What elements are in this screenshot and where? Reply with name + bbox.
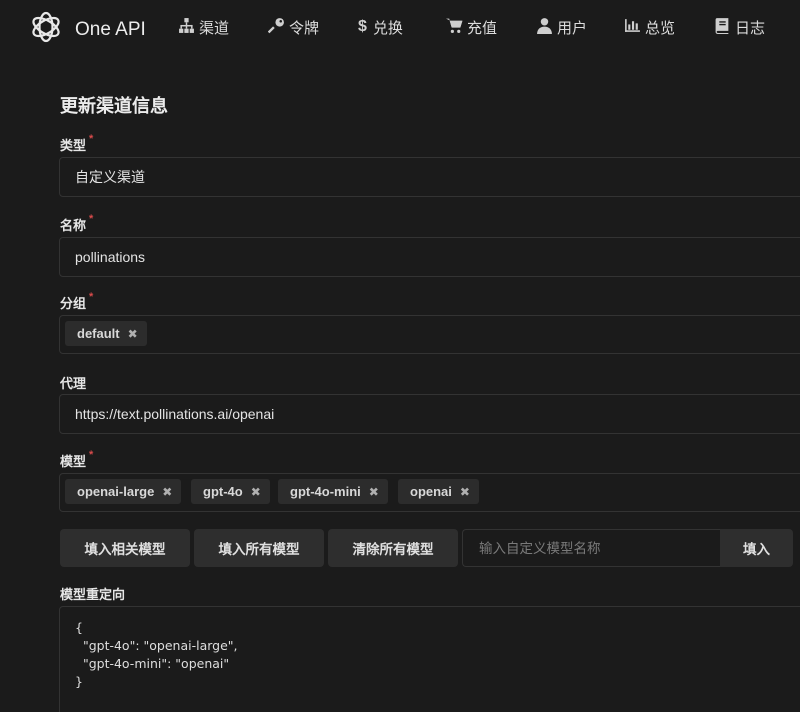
cart-icon [446,17,467,38]
remove-chip-icon[interactable]: ✖ [460,485,470,499]
group-label: 分组 * [60,291,94,311]
nav-item-channels[interactable]: 渠道 [178,15,229,39]
nav-label: 总览 [645,19,676,37]
remove-chip-icon[interactable]: ✖ [162,485,172,499]
sitemap-icon [178,17,199,38]
model-chip: gpt-4o ✖ [191,479,270,504]
nav-item-redeem[interactable]: $ 兑换 [358,15,403,39]
nav-label: 日志 [735,19,766,37]
remove-chip-icon[interactable]: ✖ [251,485,261,499]
custom-model-input[interactable] [462,529,720,567]
model-chip: openai-large ✖ [65,479,182,504]
proxy-label: 代理 [60,376,87,391]
models-select[interactable]: openai-large ✖ gpt-4o ✖ gpt-4o-mini ✖ opena… [59,473,800,512]
model-mapping-textarea[interactable]: { "gpt-4o": "openai-large", "gpt-4o-mini… [59,606,800,712]
model-chip: openai ✖ [398,479,479,504]
required-mark: * [89,213,94,225]
name-field[interactable]: pollinations [59,237,800,277]
top-navbar: One API 渠道 令牌 $ 兑换 充值 用户 总览 日志 [0,0,800,54]
group-select[interactable]: default ✖ [59,315,800,354]
remove-chip-icon[interactable]: ✖ [369,485,379,499]
required-mark: * [89,133,94,145]
nav-item-logs[interactable]: 日志 [714,15,765,39]
type-label: 类型 * [60,133,94,153]
nav-label: 兑换 [372,19,403,37]
bar-chart-icon [624,17,645,38]
fill-custom-model-button[interactable]: 填入 [720,529,793,567]
group-chip-default: default ✖ [65,321,147,346]
model-mapping-label: 模型重定向 [60,587,126,602]
book-icon [714,17,735,38]
models-label: 模型 * [60,449,94,469]
model-chip: gpt-4o-mini ✖ [278,479,388,504]
type-value: 自定义渠道 [75,169,145,185]
proxy-field[interactable]: https://text.pollinations.ai/openai [59,394,800,434]
remove-chip-icon[interactable]: ✖ [128,327,138,341]
nav-label: 用户 [557,19,588,37]
openai-logo-icon [28,9,64,50]
nav-label: 令牌 [289,19,320,37]
required-mark: * [89,449,94,461]
required-mark: * [89,291,94,303]
nav-item-overview[interactable]: 总览 [624,15,675,39]
proxy-value: https://text.pollinations.ai/openai [75,406,275,422]
clear-all-models-button[interactable]: 清除所有模型 [328,529,458,567]
key-icon [267,17,289,38]
nav-item-users[interactable]: 用户 [536,15,587,39]
name-value: pollinations [75,249,146,265]
nav-label: 充值 [467,19,498,37]
name-label: 名称 * [60,213,94,233]
dollar-icon: $ [358,18,367,35]
nav-item-topup[interactable]: 充值 [446,15,497,39]
fill-related-models-button[interactable]: 填入相关模型 [60,529,190,567]
brand[interactable]: One API [28,9,146,50]
user-icon [536,17,557,38]
fill-all-models-button[interactable]: 填入所有模型 [194,529,324,567]
nav-label: 渠道 [199,19,230,37]
app-name: One API [75,18,146,40]
page-title: 更新渠道信息 [60,96,168,116]
type-select[interactable]: 自定义渠道 [59,157,800,197]
nav-item-tokens[interactable]: 令牌 [267,15,320,39]
